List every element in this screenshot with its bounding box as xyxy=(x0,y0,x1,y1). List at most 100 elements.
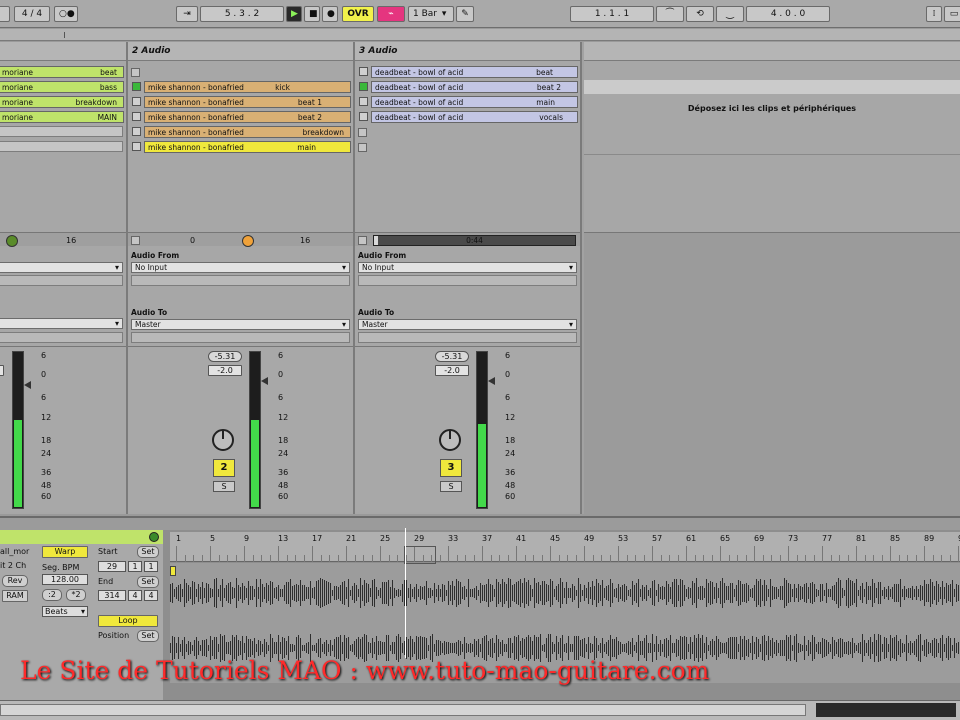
clip[interactable]: moriane breakdown xyxy=(0,96,124,108)
scroll-track[interactable] xyxy=(0,704,806,716)
loop-switch-button[interactable]: ⟲ xyxy=(686,6,714,22)
audio-from-dropdown[interactable] xyxy=(0,262,123,273)
pan-field[interactable] xyxy=(0,365,4,376)
play-button[interactable]: ▶ xyxy=(286,6,302,22)
overview-bar[interactable] xyxy=(0,29,960,41)
pan-field[interactable]: -2.0 xyxy=(435,365,469,376)
pan-field[interactable]: -2.0 xyxy=(208,365,242,376)
pan-knob[interactable] xyxy=(439,429,461,451)
metronome-button[interactable]: ○● xyxy=(54,6,78,22)
ram-button[interactable]: RAM xyxy=(2,590,28,602)
clip[interactable]: mike shannon - bonafried kick xyxy=(144,81,351,93)
clip-slot[interactable]: deadbeat - bowl of acid beat xyxy=(358,66,578,78)
empty-clip-slot[interactable] xyxy=(0,126,123,137)
key-map-button[interactable]: ⁞ xyxy=(926,6,942,22)
loop-start-field[interactable]: 1 . 1 . 1 xyxy=(570,6,654,22)
loop-length-field[interactable]: 4 . 0 . 0 xyxy=(746,6,830,22)
midi-map-button[interactable]: ▭ xyxy=(944,6,960,22)
clip[interactable]: mike shannon - bonafried breakdown xyxy=(144,126,351,138)
clip-play-icon[interactable] xyxy=(132,142,141,151)
audio-to-dropdown[interactable]: Master xyxy=(358,319,577,330)
clip-stop-button[interactable] xyxy=(358,128,367,137)
arrangement-position-field[interactable]: 5 . 3 . 2 xyxy=(200,6,284,22)
track-activator-button[interactable]: 2 xyxy=(213,459,235,477)
clip-slot[interactable]: mike shannon - bonafried kick xyxy=(131,81,351,93)
clip-play-icon[interactable] xyxy=(359,97,368,106)
quantize-dropdown[interactable]: 1 Bar ▾ xyxy=(408,6,454,22)
start-beat-field[interactable]: 1 xyxy=(128,561,142,572)
audio-from-channel[interactable] xyxy=(0,275,123,286)
double-tempo-button[interactable]: *2 xyxy=(66,589,86,601)
clip[interactable]: moriane beat xyxy=(0,66,124,78)
clip-slot[interactable]: mike shannon - bonafried breakdown xyxy=(131,126,351,138)
clip-name-field[interactable]: all_mor xyxy=(0,547,29,556)
clip[interactable]: mike shannon - bonafried beat 1 xyxy=(144,96,351,108)
audio-to-channel[interactable] xyxy=(358,332,577,343)
clip-play-icon[interactable] xyxy=(132,97,141,106)
drop-zone[interactable]: Déposez ici les clips et périphériques xyxy=(584,42,960,232)
record-button[interactable]: ● xyxy=(322,6,338,22)
audio-from-channel[interactable] xyxy=(358,275,577,286)
end-bar-field[interactable]: 314 xyxy=(98,590,126,601)
clip-panel-header[interactable] xyxy=(0,530,163,544)
track-3-header[interactable]: 3 Audio xyxy=(355,42,580,61)
audio-to-channel[interactable] xyxy=(131,332,350,343)
draw-mode-button[interactable]: ✎ xyxy=(456,6,474,22)
warp-button[interactable]: Warp xyxy=(42,546,88,558)
clip-slot[interactable]: mike shannon - bonafried beat 1 xyxy=(131,96,351,108)
volume-field[interactable]: -5.31 xyxy=(208,351,242,362)
clip[interactable]: deadbeat - bowl of acid beat 2 xyxy=(371,81,578,93)
clip-play-icon[interactable] xyxy=(359,82,368,91)
clip-play-icon[interactable] xyxy=(132,127,141,136)
automation-arm-button[interactable]: ⌁ xyxy=(377,6,405,22)
detail-divider[interactable] xyxy=(0,518,960,530)
clip[interactable]: deadbeat - bowl of acid vocals xyxy=(371,111,578,123)
end-set-button[interactable]: Set xyxy=(137,576,159,588)
volume-fader-arrow[interactable] xyxy=(261,377,268,385)
track-1-header[interactable] xyxy=(0,42,126,61)
clip[interactable]: mike shannon - bonafried beat 2 xyxy=(144,111,351,123)
clip-activator-icon[interactable] xyxy=(149,532,159,542)
warp-mode-dropdown[interactable]: Beats ▾ xyxy=(42,606,88,617)
track-2-header[interactable]: 2 Audio xyxy=(128,42,353,61)
audio-from-dropdown[interactable]: No Input xyxy=(358,262,577,273)
clip-slot[interactable]: moriane beat xyxy=(0,66,124,78)
stop-button[interactable]: ■ xyxy=(304,6,320,22)
clip-stop-button[interactable] xyxy=(358,143,367,152)
clip[interactable]: moriane bass xyxy=(0,81,124,93)
end-beat-field[interactable]: 4 xyxy=(128,590,142,601)
pan-knob[interactable] xyxy=(212,429,234,451)
audio-to-dropdown[interactable]: Master xyxy=(131,319,350,330)
audio-to-dropdown[interactable] xyxy=(0,318,123,329)
punch-in-button[interactable]: ⏜ xyxy=(656,6,684,22)
start-set-button[interactable]: Set xyxy=(137,546,159,558)
seg-bpm-field[interactable]: 128.00 xyxy=(42,574,88,585)
clip-slot[interactable]: mike shannon - bonafried beat 2 xyxy=(131,111,351,123)
solo-button[interactable]: S xyxy=(213,481,235,492)
solo-button[interactable]: S xyxy=(440,481,462,492)
loop-brace[interactable] xyxy=(404,546,436,564)
monitor-knob-icon[interactable] xyxy=(6,235,18,247)
clip-slot[interactable]: moriane MAIN xyxy=(0,111,124,123)
clip-slot[interactable]: deadbeat - bowl of acid beat 2 xyxy=(358,81,578,93)
punch-out-button[interactable]: ⏝ xyxy=(716,6,744,22)
clip-slot[interactable]: moriane breakdown xyxy=(0,96,124,108)
volume-fader-arrow[interactable] xyxy=(24,381,31,389)
volume-field[interactable]: -5.31 xyxy=(435,351,469,362)
volume-fader-arrow[interactable] xyxy=(488,377,495,385)
monitor-knob-icon[interactable] xyxy=(242,235,254,247)
clip[interactable]: deadbeat - bowl of acid beat xyxy=(371,66,578,78)
audio-from-dropdown[interactable]: No Input xyxy=(131,262,350,273)
audio-from-channel[interactable] xyxy=(131,275,350,286)
time-signature-field[interactable]: 4 / 4 xyxy=(14,6,50,22)
empty-clip-slot[interactable] xyxy=(0,141,123,152)
clip-play-icon[interactable] xyxy=(132,82,141,91)
input-type-button[interactable] xyxy=(131,236,140,245)
half-tempo-button[interactable]: :2 xyxy=(42,589,62,601)
track-activator-button[interactable]: 3 xyxy=(440,459,462,477)
clip-play-icon[interactable] xyxy=(132,112,141,121)
audio-to-channel[interactable] xyxy=(0,332,123,343)
end-sixteenth-field[interactable]: 4 xyxy=(144,590,158,601)
clip-slot[interactable]: deadbeat - bowl of acid main xyxy=(358,96,578,108)
clip[interactable]: moriane MAIN xyxy=(0,111,124,123)
